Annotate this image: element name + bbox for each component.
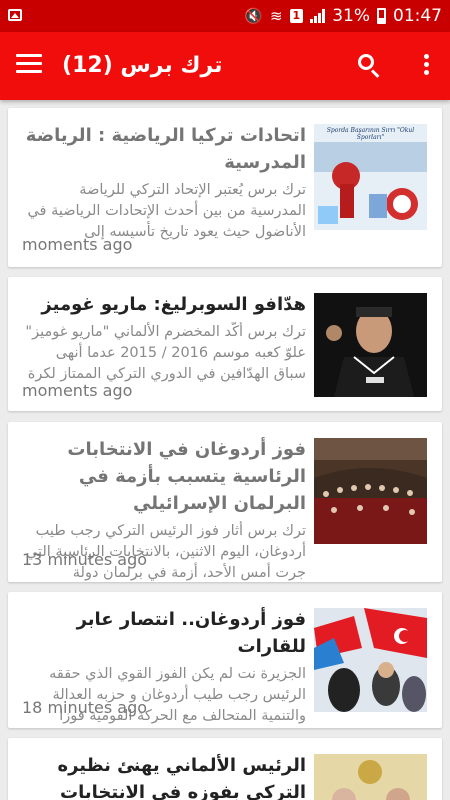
sim-badge: 1	[289, 9, 304, 23]
article-card[interactable]: الرئيس الألماني يهنئ نظيره التركي بفوزه …	[8, 738, 442, 800]
battery-percent: 31%	[332, 6, 370, 26]
article-title: اتحادات تركيا الرياضية : الرياضة المدرسي…	[25, 125, 306, 173]
article-excerpt: ترك برس أكّد المخضرم الألماني "ماريو غوم…	[25, 324, 306, 382]
article-time: 18 minutes ago	[22, 698, 148, 717]
search-icon[interactable]	[356, 52, 384, 80]
article-card[interactable]: Sporda Başarının Sırrı "Okul Sporları" ا…	[8, 108, 442, 267]
article-excerpt: ترك برس يُعتبر الإتحاد التركي للرياضة ال…	[27, 182, 306, 240]
article-title: هدّافو السوبرليغ: ماريو غوميز	[41, 294, 306, 315]
app-title: ترك برس (12)	[62, 53, 223, 78]
more-options-icon[interactable]	[422, 54, 430, 78]
article-title: الرئيس الألماني يهنئ نظيره التركي بفوزه …	[57, 755, 306, 800]
battery-icon	[377, 8, 386, 24]
menu-icon[interactable]	[16, 54, 42, 74]
article-card[interactable]: فوز أردوغان في الانتخابات الرئاسية يتسبب…	[8, 422, 442, 582]
signal-icon	[310, 9, 326, 23]
article-excerpt: الجزيرة نت لم يكن الفوز القوي الذي حققه …	[49, 666, 306, 724]
mute-icon: 🔇	[244, 6, 263, 25]
thumbnail-caption: Sporda Başarının Sırrı "Okul Sporları"	[326, 127, 415, 141]
article-thumbnail	[314, 754, 427, 800]
article-thumbnail	[314, 438, 427, 544]
article-title: فوز أردوغان.. انتصار عابر للقارات	[76, 609, 306, 657]
clock: 01:47	[393, 6, 442, 26]
article-time: 13 minutes ago	[22, 550, 148, 569]
article-card[interactable]: فوز أردوغان.. انتصار عابر للقارات الجزير…	[8, 592, 442, 728]
status-bar: 🔇 ≋ 1 31% 01:47	[0, 0, 450, 32]
article-thumbnail	[314, 293, 427, 397]
wifi-icon: ≋	[269, 6, 283, 25]
app-bar: ترك برس (12)	[0, 32, 450, 100]
article-card[interactable]: هدّافو السوبرليغ: ماريو غوميز ترك برس أك…	[8, 277, 442, 411]
article-thumbnail	[314, 608, 427, 712]
gallery-notification-icon	[8, 9, 22, 21]
article-title: فوز أردوغان في الانتخابات الرئاسية يتسبب…	[67, 439, 306, 514]
article-time: moments ago	[22, 235, 133, 254]
article-time: moments ago	[22, 381, 133, 400]
article-thumbnail: Sporda Başarının Sırrı "Okul Sporları"	[314, 124, 427, 230]
